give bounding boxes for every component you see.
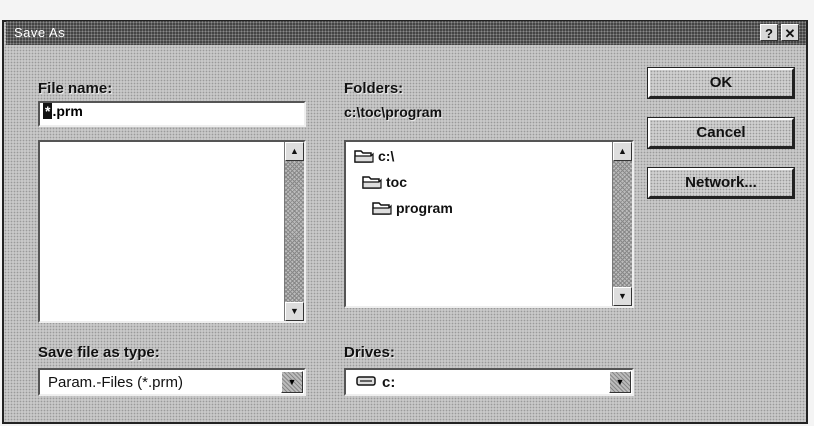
folder-item-program[interactable]: program [372,200,453,219]
drives-value: c: [382,374,396,391]
folder-item-label: program [396,200,453,217]
title-bar: Save As ? ✕ [6,21,806,45]
chevron-down-icon[interactable]: ▼ [281,371,303,393]
scroll-up-button[interactable]: ▲ [285,142,304,161]
file-list[interactable]: ▲ ▼ [38,140,306,323]
drive-icon [356,374,376,392]
scroll-up-button[interactable]: ▲ [613,142,632,161]
help-button[interactable]: ? [760,24,778,41]
open-folder-icon [362,174,382,193]
folder-list[interactable]: c:\ toc program ▲ ▼ [344,140,634,308]
folder-item-label: toc [386,174,407,191]
chevron-down-icon[interactable]: ▼ [609,371,631,393]
save-type-select[interactable]: Param.-Files (*.prm) ▼ [38,368,306,396]
network-button[interactable]: Network... [648,168,794,198]
drives-label: Drives: [344,344,395,361]
folder-list-scrollbar[interactable]: ▲ ▼ [612,142,632,306]
scroll-down-button[interactable]: ▼ [285,302,304,321]
save-type-label: Save file as type: [38,344,160,361]
window-title: Save As [14,25,66,40]
file-name-input[interactable]: * .prm [38,101,306,127]
file-name-value: .prm [52,103,83,119]
folder-item-root[interactable]: c:\ [354,148,394,167]
close-button[interactable]: ✕ [781,24,799,41]
folder-item-toc[interactable]: toc [362,174,407,193]
file-list-scrollbar[interactable]: ▲ ▼ [284,142,304,321]
drives-select[interactable]: c: ▼ [344,368,634,396]
save-type-value: Param.-Files (*.prm) [48,374,184,391]
ok-button[interactable]: OK [648,68,794,98]
file-name-label: File name: [38,80,113,97]
open-folder-icon [354,148,374,167]
current-path: c:\toc\program [344,104,443,120]
cancel-button[interactable]: Cancel [648,118,794,148]
folder-item-label: c:\ [378,148,395,165]
scroll-down-button[interactable]: ▼ [613,287,632,306]
folders-label: Folders: [344,80,404,97]
open-folder-icon [372,200,392,219]
